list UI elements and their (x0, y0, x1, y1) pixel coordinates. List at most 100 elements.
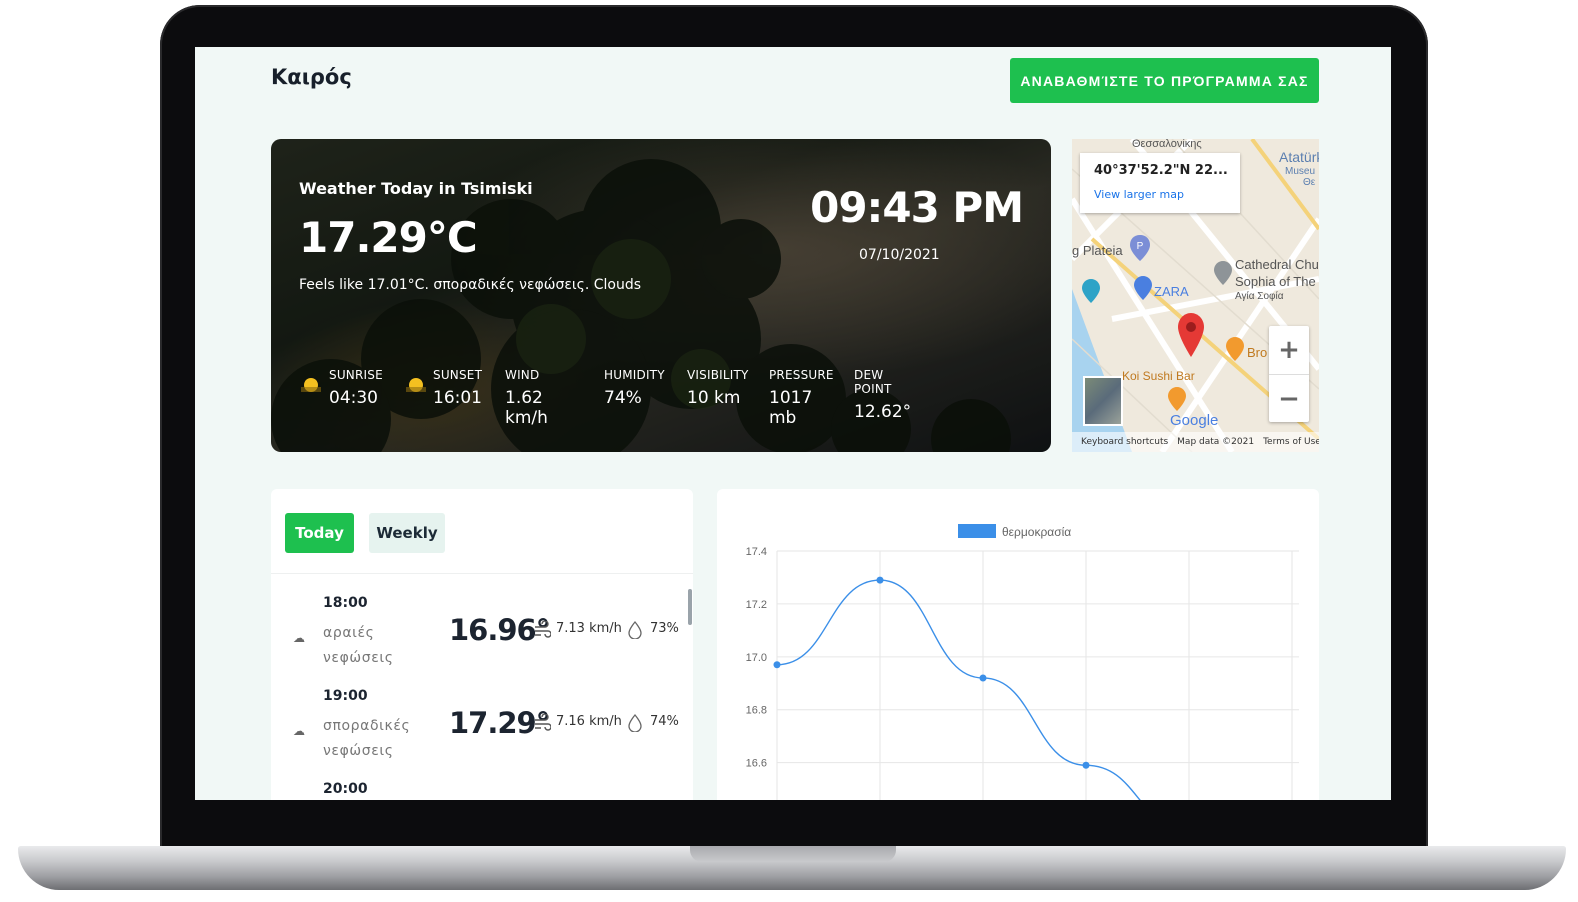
zoom-in-button[interactable]: + (1269, 326, 1309, 374)
attraction-pin-icon (1082, 279, 1100, 303)
page-title: Καιρός (271, 65, 352, 89)
temperature-chart-panel: θερμοκρασία 17.417.217.016.816.616.4 (717, 489, 1319, 800)
y-axis-ticks: 17.417.217.016.816.616.4 (746, 546, 767, 770)
stat-value: 10 km (687, 388, 741, 408)
temperature-series-line (776, 579, 1141, 800)
stat-label: SUNSET (433, 368, 483, 382)
hero-content: Weather Today in Tsimiski 17.29°C Feels … (271, 139, 1051, 452)
map-sushi-label: Koi Sushi Bar (1122, 369, 1195, 383)
map-street-label: Θεσσαλονίκης (1132, 139, 1202, 150)
sushi-pin-icon (1168, 387, 1186, 411)
forecast-row: ☁ 18:00 αραιές νεφώσεις 16.96° 7.13 km/h… (271, 595, 691, 685)
data-point[interactable] (1082, 761, 1090, 769)
current-date: 07/10/2021 (859, 247, 940, 263)
map-info-box: 40°37'52.2"N 22... View larger map (1080, 153, 1240, 213)
temperature-line-chart: θερμοκρασία 17.417.217.016.816.616.4 (746, 524, 1299, 800)
google-logo: Google (1170, 412, 1219, 429)
wind-icon (535, 621, 551, 638)
stat-sunset: SUNSET 16:01 (433, 368, 482, 408)
app-screen: Καιρός ΑΝΑΒΑΘΜΊΣΤΕ ΤΟ ΠΡΌΓΡΑΜΜΑ ΣΑΣ Weat… (195, 47, 1391, 800)
map-museum-label-2: Θε (1303, 177, 1316, 188)
weather-cloud-icon: ☁ (293, 724, 305, 738)
forecast-description: σποραδικές νεφώσεις (323, 718, 411, 759)
map-panel[interactable]: P Θεσσαλονίκης Atatürk Museu Θε g Platei… (1072, 139, 1319, 452)
current-temperature: 17.29°C (299, 213, 478, 262)
laptop-notch (690, 846, 896, 862)
stat-value: 04:30 (329, 388, 378, 408)
y-tick-label: 17.4 (746, 546, 767, 558)
map-cathedral-label: Cathedral Chu (1235, 257, 1319, 272)
hourly-forecast-panel: Today Weekly ☁ 18:00 αραιές νεφώσεις 16.… (271, 489, 693, 800)
tab-weekly[interactable]: Weekly (369, 513, 445, 553)
stat-dew-point: DEW POINT 12.62° (854, 368, 911, 422)
map-sophia-label: Sophia of The (1235, 274, 1316, 289)
parking-pin-icon: P (1130, 235, 1150, 261)
y-tick-label: 17.0 (746, 652, 767, 664)
map-footer: Keyboard shortcuts Map data ©2021 Terms … (1072, 432, 1319, 452)
satellite-toggle[interactable] (1083, 376, 1123, 426)
y-tick-label: 16.8 (746, 705, 767, 717)
stat-label: SUNRISE (329, 368, 383, 382)
map-bro-label: Bro (1247, 345, 1268, 360)
weather-hero-card: Weather Today in Tsimiski 17.29°C Feels … (271, 139, 1051, 452)
forecast-description: αραιές νεφώσεις (323, 625, 394, 666)
humidity-icon (628, 714, 642, 732)
shop-pin-icon (1134, 276, 1152, 300)
view-larger-map-link[interactable]: View larger map (1094, 188, 1184, 201)
humidity-icon (628, 621, 642, 639)
stat-value: 74% (604, 388, 642, 408)
sunset-icon (406, 378, 426, 392)
stat-sunrise: SUNRISE 04:30 (329, 368, 383, 408)
y-tick-label: 16.6 (746, 758, 767, 770)
keyboard-shortcuts-link[interactable]: Keyboard shortcuts (1081, 437, 1168, 447)
forecast-row: ☁ 19:00 σποραδικές νεφώσεις 17.29° 7.16 … (271, 688, 691, 778)
data-point[interactable] (979, 674, 987, 682)
terms-of-use-link[interactable]: Terms of Use (1263, 437, 1319, 447)
church-pin-icon (1214, 261, 1232, 285)
stat-value: 1017 mb (769, 388, 813, 428)
stat-visibility: VISIBILITY 10 km (687, 368, 749, 408)
forecast-time: 20:00 (323, 781, 368, 797)
tabs-divider (271, 573, 693, 574)
forecast-humidity: 74% (650, 714, 679, 729)
map-zara-label: ZARA (1154, 284, 1189, 299)
map-agia-label: Αγία Σοφία (1235, 291, 1284, 302)
data-point[interactable] (773, 661, 781, 669)
map-data-text: Map data ©2021 (1177, 437, 1255, 447)
tab-today[interactable]: Today (285, 513, 354, 553)
current-time: 09:43 PM (810, 183, 1024, 232)
forecast-wind: 7.13 km/h (556, 621, 622, 636)
stat-label: VISIBILITY (687, 368, 749, 382)
forecast-humidity: 73% (650, 621, 679, 636)
forecast-time: 18:00 (323, 595, 368, 611)
map-museum-label: Museu (1285, 166, 1316, 177)
zoom-controls: + − (1269, 326, 1309, 422)
wind-icon (535, 714, 551, 731)
legend-swatch (958, 524, 996, 538)
y-tick-label: 17.2 (746, 599, 767, 611)
legend-label[interactable]: θερμοκρασία (1002, 525, 1071, 539)
zoom-out-button[interactable]: − (1269, 374, 1309, 423)
stat-value: 12.62° (854, 402, 912, 422)
stat-label: DEW POINT (854, 368, 892, 396)
location-title: Weather Today in Tsimiski (299, 179, 533, 198)
location-pin-icon (1178, 313, 1204, 357)
feels-like-text: Feels like 17.01°C. σποραδικές νεφώσεις.… (299, 277, 642, 293)
forecast-time: 19:00 (323, 688, 368, 704)
map-coordinates: 40°37'52.2"N 22... (1094, 163, 1228, 178)
stat-value: 1.62 km/h (505, 388, 548, 428)
forecast-row: 20:00 (271, 781, 691, 800)
forecast-wind: 7.16 km/h (556, 714, 622, 729)
stat-label: WIND (505, 368, 540, 382)
stat-wind: WIND 1.62 km/h (505, 368, 548, 428)
stat-pressure: PRESSURE 1017 mb (769, 368, 834, 428)
weather-cloud-icon: ☁ (293, 631, 305, 645)
svg-text:P: P (1137, 241, 1144, 252)
map-plateia-label: g Plateia (1072, 243, 1123, 258)
stat-label: PRESSURE (769, 368, 834, 382)
stat-humidity: HUMIDITY 74% (604, 368, 665, 408)
upgrade-plan-button[interactable]: ΑΝΑΒΑΘΜΊΣΤΕ ΤΟ ΠΡΌΓΡΑΜΜΑ ΣΑΣ (1010, 58, 1319, 103)
data-point[interactable] (876, 576, 884, 584)
sunrise-icon (301, 378, 321, 392)
stat-value: 16:01 (433, 388, 482, 408)
